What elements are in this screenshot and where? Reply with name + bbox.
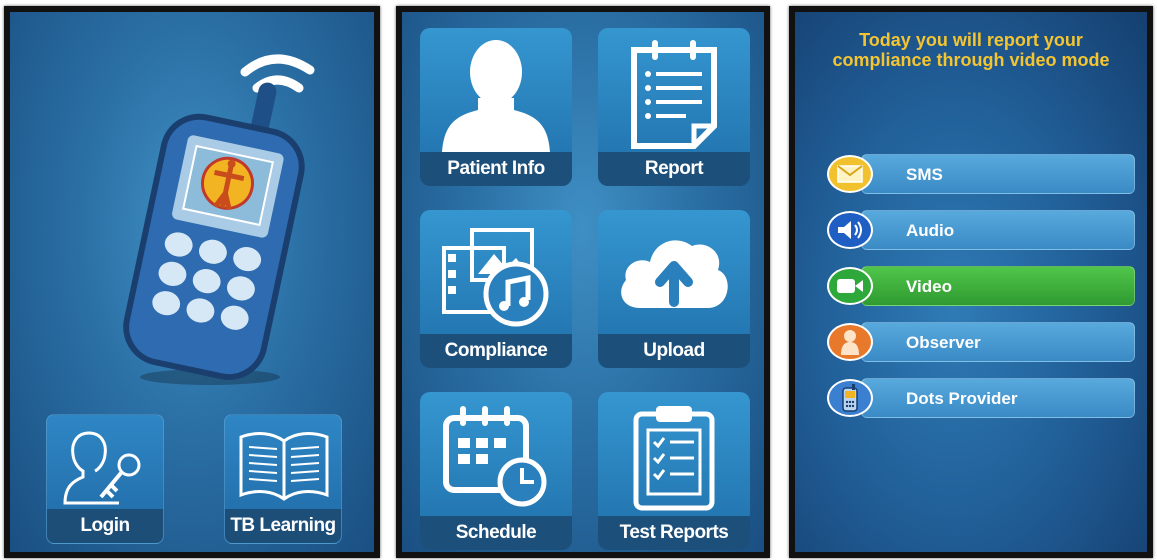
person-icon — [827, 323, 873, 361]
test-reports-label: Test Reports — [598, 516, 750, 550]
video-camera-icon — [827, 267, 873, 305]
option-observer-label: Observer — [906, 333, 981, 352]
schedule-label: Schedule — [420, 516, 572, 550]
option-video[interactable]: Video — [861, 266, 1135, 306]
option-dots-provider[interactable]: Dots Provider — [861, 378, 1135, 418]
option-sms-label: SMS — [906, 165, 943, 184]
notepad-list-icon — [631, 40, 717, 149]
speaker-icon — [827, 211, 873, 249]
envelope-icon — [827, 155, 873, 193]
login-label: Login — [47, 509, 163, 543]
option-audio-label: Audio — [906, 221, 955, 240]
mobile-phone-icon — [827, 379, 873, 417]
open-book-icon — [239, 432, 329, 501]
person-silhouette-icon — [442, 40, 550, 152]
dashboard-screen: Patient Info Report Compliance Upload Sc… — [396, 6, 770, 558]
calendar-clock-icon — [443, 406, 547, 507]
report-label: Report — [598, 152, 750, 186]
tb-learning-label: TB Learning — [225, 509, 341, 543]
tb-learning-button[interactable]: TB Learning — [224, 414, 342, 544]
option-audio[interactable]: Audio — [861, 210, 1135, 250]
user-key-icon — [63, 431, 141, 505]
upload-label: Upload — [598, 334, 750, 368]
compliance-button[interactable]: Compliance — [420, 210, 572, 368]
headline-line-2: compliance through video mode — [832, 50, 1110, 70]
cloud-upload-icon — [621, 240, 728, 308]
clipboard-checklist-icon — [633, 406, 715, 511]
test-reports-button[interactable]: Test Reports — [598, 392, 750, 550]
option-sms[interactable]: SMS — [861, 154, 1135, 194]
headline-line-1: Today you will report your — [859, 30, 1083, 50]
compliance-mode-headline: Today you will report your compliance th… — [795, 30, 1147, 70]
option-video-label: Video — [906, 277, 952, 296]
patient-info-label: Patient Info — [420, 152, 572, 186]
upload-button[interactable]: Upload — [598, 210, 750, 368]
patient-info-button[interactable]: Patient Info — [420, 28, 572, 186]
report-button[interactable]: Report — [598, 28, 750, 186]
option-observer[interactable]: Observer — [861, 322, 1135, 362]
media-music-icon — [442, 228, 549, 327]
mobile-phone-icon — [105, 42, 335, 387]
option-dots-provider-label: Dots Provider — [906, 389, 1018, 408]
login-button[interactable]: Login — [46, 414, 164, 544]
schedule-button[interactable]: Schedule — [420, 392, 572, 550]
report-mode-screen: Today you will report your compliance th… — [789, 6, 1153, 558]
compliance-label: Compliance — [420, 334, 572, 368]
home-screen: Login TB Learning — [4, 6, 380, 558]
